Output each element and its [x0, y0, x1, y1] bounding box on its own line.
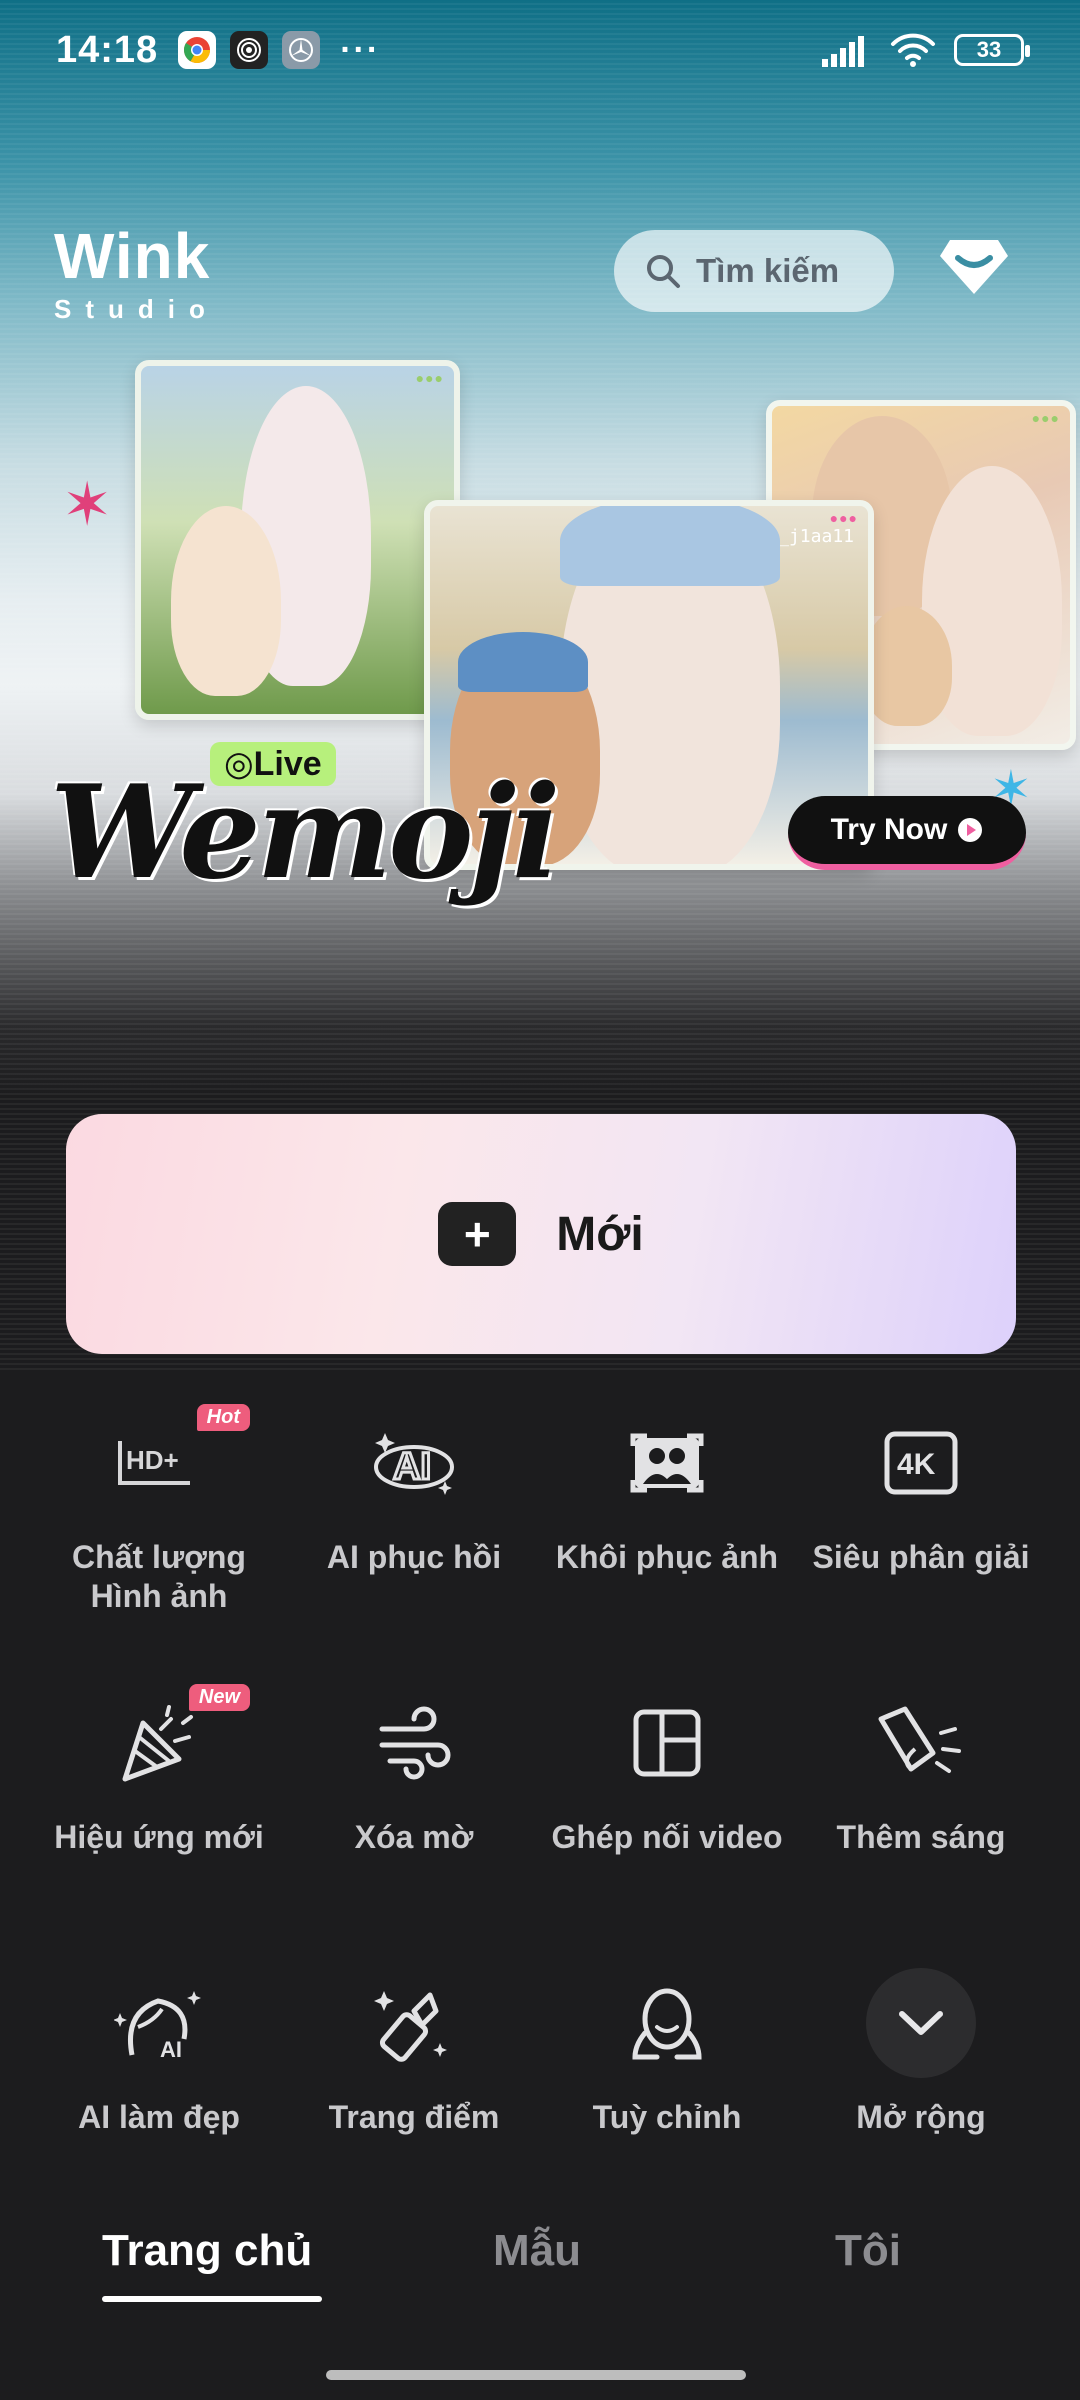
- status-bar: 14:18 ··· 33: [0, 0, 1080, 100]
- status-time: 14:18: [56, 28, 159, 71]
- svg-text:AI: AI: [160, 2037, 182, 2062]
- ai-restore-icon: AI: [359, 1408, 469, 1518]
- avatar-figure: [862, 606, 952, 726]
- tool-label: Hiệu ứng mới: [54, 1819, 264, 1855]
- chrome-icon: [178, 31, 217, 69]
- search-placeholder: Tìm kiếm: [696, 252, 840, 289]
- bottom-nav: Trang chủ Mẫu Tôi: [0, 2200, 1080, 2320]
- tool-image-quality[interactable]: HD+ Hot Chất lượng Hình ảnh: [24, 1404, 294, 1616]
- tool-video-collage[interactable]: Ghép nối video: [532, 1688, 802, 1857]
- tool-ai-restore[interactable]: AI AI phục hồi: [279, 1408, 549, 1577]
- tool-ai-beauty[interactable]: AI AI làm đẹp: [24, 1968, 294, 2137]
- tool-label: Trang điểm: [328, 2099, 500, 2135]
- logo-wink-text: Wink: [54, 220, 211, 292]
- status-app-icons: ···: [178, 31, 380, 70]
- avatar-cap-shape: [458, 632, 588, 692]
- tool-photo-restore[interactable]: Khôi phục ảnh: [532, 1408, 802, 1577]
- chevron-down-icon: [899, 2011, 943, 2035]
- party-popper-icon: New: [104, 1684, 250, 1798]
- tool-label: Ghép nối video: [551, 1819, 783, 1855]
- tool-label: Siêu phân giải: [812, 1539, 1030, 1575]
- avatar-figure: [171, 506, 281, 696]
- svg-text:AI: AI: [393, 1446, 431, 1488]
- wemoji-banner[interactable]: ✶ ✶ ●●● ●●● ●●● @_j1aa11 ◎Live Wemoji Tr…: [40, 310, 1076, 910]
- photo-handle: @_j1aa11: [767, 526, 854, 547]
- makeup-icon: [359, 1968, 469, 2078]
- status-right: 33: [822, 32, 1030, 68]
- nav-profile[interactable]: Tôi: [835, 2226, 901, 2276]
- hot-badge: Hot: [196, 1404, 250, 1431]
- hd-plus-icon: HD+ Hot: [104, 1404, 250, 1518]
- mercedes-app-icon: [282, 31, 321, 69]
- signal-icon: [822, 36, 864, 67]
- battery-indicator: 33: [954, 34, 1030, 66]
- sparkle-icon: ✶: [62, 471, 113, 538]
- new-project-card[interactable]: + Mới: [66, 1114, 1016, 1354]
- tool-add-light[interactable]: Thêm sáng: [786, 1688, 1056, 1857]
- ai-beauty-icon: AI: [104, 1968, 214, 2078]
- new-project-label: Mới: [556, 1207, 644, 1261]
- face-icon: [612, 1968, 722, 2078]
- more-notifications: ···: [340, 30, 381, 69]
- cap-shape: [560, 506, 780, 586]
- wind-icon: [359, 1688, 469, 1798]
- wemoji-title: Wemoji: [50, 758, 560, 908]
- wifi-icon: [891, 33, 935, 67]
- tool-label: Tuỳ chỉnh: [592, 2099, 742, 2135]
- tool-label: AI làm đẹp: [78, 2099, 240, 2135]
- try-now-label: Try Now: [830, 813, 948, 846]
- play-icon: [958, 818, 983, 842]
- collage-icon: [612, 1688, 722, 1798]
- expand-button[interactable]: [866, 1968, 976, 2078]
- photo-restore-icon: [612, 1408, 722, 1518]
- tool-label: AI phục hồi: [326, 1539, 502, 1575]
- home-indicator[interactable]: [326, 2370, 746, 2380]
- tool-super-resolution[interactable]: 4K Siêu phân giải: [786, 1408, 1056, 1577]
- svg-text:4K: 4K: [897, 1448, 936, 1481]
- tool-makeup[interactable]: Trang điểm: [279, 1968, 549, 2137]
- active-tab-indicator: [102, 2296, 322, 2302]
- search-icon: [647, 255, 680, 288]
- tool-label: Thêm sáng: [836, 1819, 1006, 1855]
- 4k-icon: 4K: [866, 1408, 976, 1518]
- search-bar[interactable]: Tìm kiếm: [614, 230, 894, 312]
- tool-new-effects[interactable]: New Hiệu ứng mới: [24, 1684, 294, 1857]
- diamond-vip-icon[interactable]: [938, 236, 1010, 298]
- tool-label: Khôi phục ảnh: [555, 1539, 779, 1575]
- spiral-app-icon: [230, 31, 269, 69]
- tool-customize[interactable]: Tuỳ chỉnh: [532, 1968, 802, 2137]
- nav-templates[interactable]: Mẫu: [493, 2226, 581, 2276]
- nav-home[interactable]: Trang chủ: [102, 2226, 312, 2276]
- tool-label: Xóa mờ: [354, 1819, 474, 1855]
- tool-label: Chất lượng Hình ảnh: [72, 1539, 246, 1615]
- plus-icon: +: [438, 1202, 517, 1266]
- tool-blur-remove[interactable]: Xóa mờ: [279, 1688, 549, 1857]
- tool-label: Mở rộng: [856, 2099, 986, 2135]
- light-icon: [866, 1688, 976, 1798]
- banner-photo-left: ●●●: [135, 360, 460, 720]
- new-badge: New: [188, 1684, 250, 1711]
- try-now-button[interactable]: Try Now: [788, 796, 1026, 870]
- svg-text:HD+: HD+: [126, 1445, 179, 1475]
- tool-expand[interactable]: Mở rộng: [786, 1968, 1056, 2137]
